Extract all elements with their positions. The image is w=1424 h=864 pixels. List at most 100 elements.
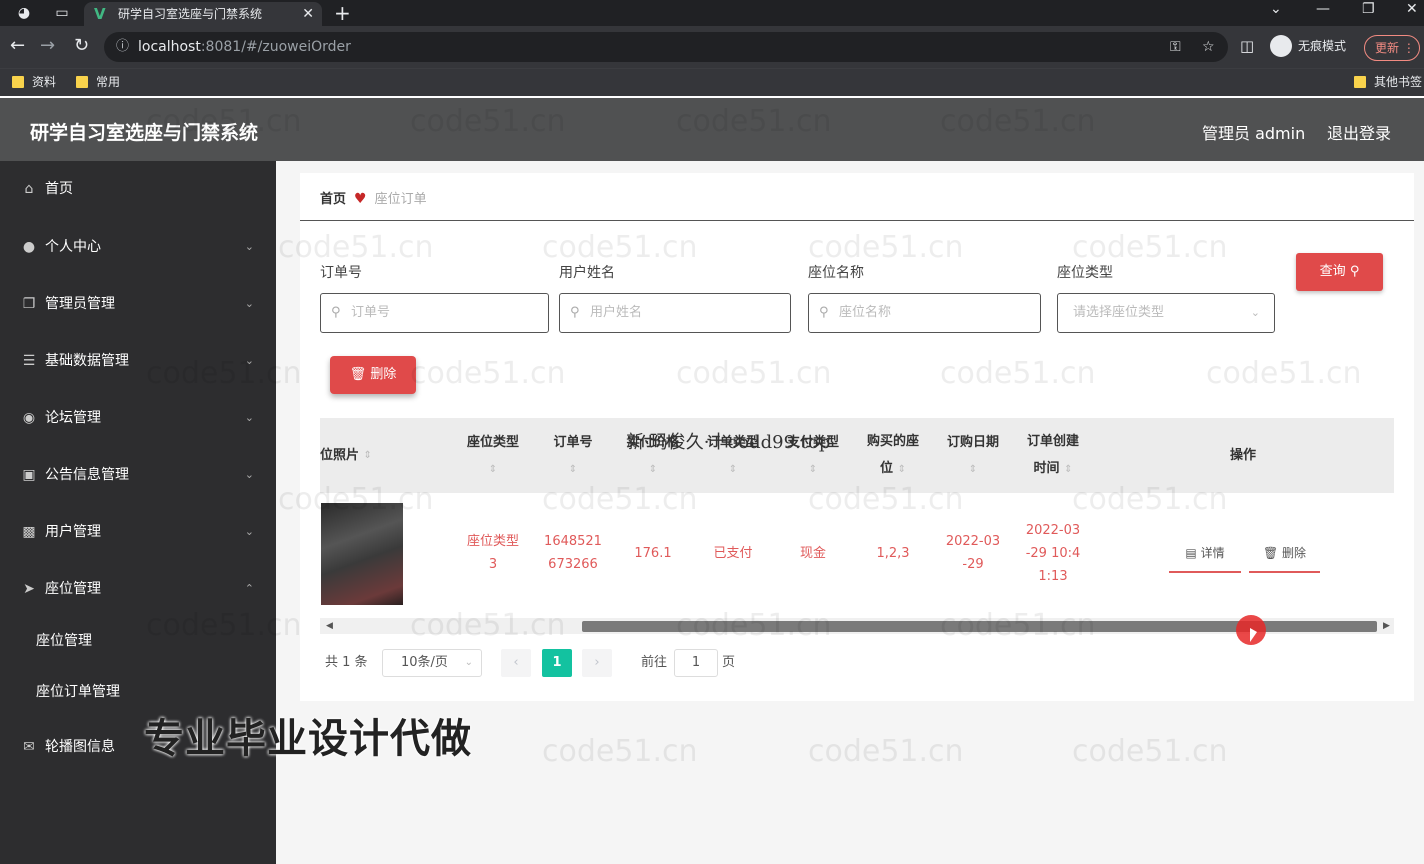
bookmark-folder[interactable]: 资料	[12, 74, 56, 90]
pagination-total: 共 1 条	[325, 655, 368, 670]
sort-icon[interactable]: ⇕	[649, 456, 657, 483]
seat-name-input[interactable]: ⚲ 座位名称	[808, 293, 1041, 333]
cell-status: 已支付	[713, 545, 753, 561]
row-delete-button[interactable]: 🗑 删除	[1249, 533, 1320, 573]
browser-tab[interactable]: V 研学自习室选座与门禁系统 ✕	[84, 2, 322, 26]
query-label: 查询	[1319, 264, 1346, 279]
th-label: 购买的座	[866, 434, 919, 449]
th-label: 订购日期	[946, 434, 999, 450]
forward-icon[interactable]: →	[40, 35, 55, 56]
th-date[interactable]: 订购日期 ⇕	[933, 418, 1013, 493]
cell-text: 673266	[548, 557, 598, 572]
sidebar-item-label: 座位管理	[36, 633, 92, 649]
next-page-button[interactable]: ›	[582, 649, 612, 677]
chevron-down-icon: ⌄	[244, 468, 254, 481]
sidebar-item-home[interactable]: ⌂ 首页	[0, 169, 276, 209]
incognito-indicator[interactable]: 无痕模式	[1270, 34, 1346, 58]
cell-seat-type: 座位类型 3	[453, 493, 533, 613]
close-tab-icon[interactable]: ✕	[302, 2, 314, 26]
breadcrumb-current: 座位订单	[374, 192, 427, 207]
th-label: 位	[880, 461, 894, 476]
admin-label: 管理员 admin	[1202, 124, 1306, 143]
seat-photo[interactable]	[321, 503, 403, 605]
seat-type-select[interactable]: 请选择座位类型 ⌄	[1057, 293, 1275, 333]
logout-link[interactable]: 退出登录	[1327, 120, 1391, 144]
sidebar-item-forum[interactable]: ◉ 论坛管理 ⌄	[0, 398, 276, 438]
orders-table: 位照片 ⇕ 座位类型 ⇕ 订单号 ⇕ 实付价格 ⇕ 订单类型 ⇕ 支付类型 ⇕ 购买的座位…	[320, 418, 1394, 638]
horizontal-scrollbar[interactable]: ◀ ▶	[320, 618, 1394, 634]
bookmark-folder[interactable]: 常用	[76, 74, 120, 90]
back-icon[interactable]: ←	[10, 35, 25, 56]
breadcrumb-home[interactable]: 首页	[320, 192, 346, 207]
th-order-no[interactable]: 订单号 ⇕	[533, 418, 613, 493]
sidebar-item-label: 座位订单管理	[36, 684, 120, 700]
search-icon: ⚲	[570, 305, 580, 320]
sort-icon[interactable]: ⇕	[809, 456, 817, 483]
browser-menu-icon[interactable]: ◕	[14, 4, 34, 22]
sort-icon[interactable]: ⇕	[969, 456, 977, 483]
sidebar-item-label: 基础数据管理	[45, 353, 129, 369]
key-icon[interactable]: ⚿	[1170, 32, 1181, 62]
sort-icon[interactable]: ⇕	[1064, 464, 1072, 475]
sidebar-item-label: 座位管理	[45, 581, 101, 597]
prev-page-button[interactable]: ‹	[501, 649, 531, 677]
folder-icon	[12, 76, 24, 88]
minimize-icon[interactable]: —	[1316, 1, 1330, 17]
sidebar-subitem-seat-manage[interactable]: 座位管理	[0, 621, 276, 661]
page-number-current[interactable]: 1	[542, 649, 572, 677]
sort-icon[interactable]: ⇕	[569, 456, 577, 483]
cell-pay-type: 现金	[799, 545, 826, 561]
goto-page-input[interactable]: 1	[674, 649, 718, 677]
scroll-left-icon[interactable]: ◀	[326, 618, 333, 634]
reload-icon[interactable]: ↻	[74, 35, 89, 56]
th-created[interactable]: 订单创建 时间 ⇕	[1013, 418, 1093, 493]
tab-search-icon[interactable]: ▭	[52, 4, 72, 22]
new-tab-button[interactable]: +	[334, 1, 351, 25]
tab-list-icon[interactable]: ⌄	[1270, 1, 1282, 17]
sidebar-item-label: 个人中心	[45, 239, 101, 255]
bookmark-star-icon[interactable]: ☆	[1202, 32, 1215, 62]
bookmark-label: 资料	[32, 75, 57, 89]
sidebar-item-label: 用户管理	[45, 524, 101, 540]
url-input[interactable]: ⓘ localhost:8081/#/zuoweiOrder ⚿ ☆	[104, 32, 1228, 62]
sidebar-item-users[interactable]: ▩ 用户管理 ⌄	[0, 512, 276, 552]
sidebar-item-seats[interactable]: ➤ 座位管理 ⌃	[0, 569, 276, 609]
breadcrumb: 首页 ♥ 座位订单	[320, 188, 427, 207]
send-icon: ➤	[23, 581, 35, 597]
close-window-icon[interactable]: ✕	[1406, 1, 1418, 17]
sidebar-item-notice[interactable]: ▣ 公告信息管理 ⌄	[0, 455, 276, 495]
other-bookmarks[interactable]: 其他书签	[1354, 74, 1422, 90]
sidebar-item-basedata[interactable]: ☰ 基础数据管理 ⌄	[0, 341, 276, 381]
th-actions: 操作	[1163, 418, 1323, 493]
page-size-select[interactable]: 10条/页 ⌄	[382, 649, 482, 677]
chevron-down-icon: ⌄	[464, 657, 473, 668]
sidebar-item-label: 公告信息管理	[45, 467, 129, 483]
cell-text: 1648521	[544, 534, 602, 549]
seat-type-label: 座位类型	[1057, 265, 1113, 281]
detail-button[interactable]: ▤ 详情	[1169, 533, 1241, 573]
scroll-right-icon[interactable]: ▶	[1383, 618, 1390, 634]
order-no-input[interactable]: ⚲ 订单号	[320, 293, 549, 333]
folder-icon	[1354, 76, 1366, 88]
th-label: 位照片	[320, 448, 360, 463]
th-seats[interactable]: 购买的座位 ⇕	[853, 418, 933, 493]
update-button[interactable]: 更新 ⋮	[1364, 35, 1420, 61]
sort-icon[interactable]: ⇕	[489, 456, 497, 483]
site-info-icon[interactable]: ⓘ	[116, 32, 129, 62]
sidebar-item-personal[interactable]: ● 个人中心 ⌄	[0, 227, 276, 267]
user-name-input[interactable]: ⚲ 用户姓名	[559, 293, 791, 333]
sidebar-item-admins[interactable]: ❐ 管理员管理 ⌄	[0, 284, 276, 324]
sort-icon[interactable]: ⇕	[898, 464, 906, 475]
th-photo[interactable]: 位照片 ⇕	[320, 418, 396, 493]
sort-icon[interactable]: ⇕	[729, 456, 737, 483]
th-label: 座位类型	[466, 434, 519, 450]
batch-delete-button[interactable]: 🗑 删除	[330, 356, 416, 394]
update-label: 更新	[1375, 41, 1400, 55]
folder-icon	[76, 76, 88, 88]
sidepanel-icon[interactable]: ◫	[1240, 37, 1254, 55]
th-seat-type[interactable]: 座位类型 ⇕	[453, 418, 533, 493]
sort-icon[interactable]: ⇕	[364, 442, 372, 469]
query-button[interactable]: 查询 ⚲	[1296, 253, 1383, 291]
input-placeholder: 座位名称	[839, 305, 892, 320]
maximize-icon[interactable]: ❐	[1362, 1, 1375, 17]
